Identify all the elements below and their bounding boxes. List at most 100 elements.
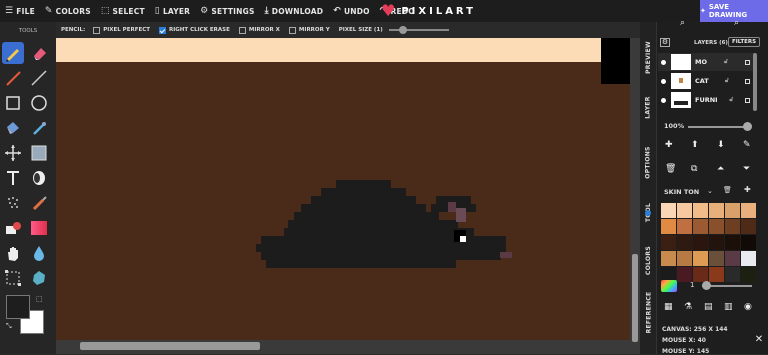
- chevron-down-icon[interactable]: ⌄: [707, 187, 713, 195]
- opacity-slider[interactable]: [688, 126, 748, 128]
- pixel-perfect-checkbox[interactable]: [93, 26, 101, 34]
- palette-swatch[interactable]: [677, 251, 692, 266]
- layer-item-mo[interactable]: MO 🔓︎: [658, 53, 754, 71]
- menu-settings[interactable]: ⚙ SETTINGS: [195, 0, 259, 22]
- tab-preview[interactable]: PREVIEW: [640, 32, 657, 82]
- stamp-tool[interactable]: [2, 217, 24, 239]
- eyedropper-tool[interactable]: [28, 117, 50, 139]
- fill-tool[interactable]: [2, 117, 24, 139]
- target-icon[interactable]: ◉: [744, 302, 752, 312]
- palette-swatch[interactable]: [709, 267, 724, 282]
- layer-select-checkbox[interactable]: [745, 78, 750, 84]
- edit-layer-icon[interactable]: ✎: [743, 140, 751, 150]
- palette-swatch[interactable]: [709, 203, 724, 218]
- palette-swatch[interactable]: [661, 251, 676, 266]
- eraser-tool[interactable]: [28, 42, 50, 64]
- brush-size-slider-knob[interactable]: [702, 281, 711, 290]
- pixel-size-slider-knob[interactable]: [398, 26, 407, 34]
- tab-options[interactable]: OPTIONS: [640, 132, 657, 192]
- lock-icon[interactable]: 🔓︎: [725, 77, 729, 85]
- pencil-tool[interactable]: [2, 42, 24, 64]
- layer-visibility-dot[interactable]: [661, 78, 666, 84]
- menu-undo[interactable]: ↶ UNDO: [328, 0, 375, 22]
- dither-tool[interactable]: [28, 167, 50, 189]
- palette-swatch[interactable]: [741, 251, 756, 266]
- palette-swatch[interactable]: [677, 235, 692, 250]
- gradient-tool[interactable]: [28, 217, 50, 239]
- lock-icon[interactable]: 🔓︎: [724, 58, 728, 66]
- add-palette-icon[interactable]: ✚: [744, 185, 751, 194]
- palette-swatch[interactable]: [677, 203, 692, 218]
- circle-tool[interactable]: [28, 92, 50, 114]
- palette-swatch[interactable]: [661, 235, 676, 250]
- mirror-y-checkbox[interactable]: [288, 26, 296, 34]
- merge-down-icon[interactable]: ⏷: [743, 164, 750, 174]
- swap-colors-icon[interactable]: ⬚: [36, 295, 43, 303]
- menu-select[interactable]: ⬚ SELECT: [96, 0, 150, 22]
- color-picker-icon[interactable]: [661, 280, 677, 292]
- reset-colors-icon[interactable]: ⤡: [6, 322, 12, 331]
- line-tool-red[interactable]: [2, 67, 24, 89]
- pixel-size-slider[interactable]: [388, 26, 449, 34]
- duplicate-layer-icon[interactable]: ⧉: [691, 164, 697, 174]
- filters-button[interactable]: FILTERS: [728, 37, 761, 47]
- menu-colors[interactable]: ✎ COLORS: [40, 0, 96, 22]
- delete-palette-icon[interactable]: 🗑︎: [723, 186, 732, 194]
- move-tool[interactable]: [2, 142, 24, 164]
- pixel-perfect-option[interactable]: PIXEL PERFECT: [93, 26, 150, 34]
- layer-visibility-dot[interactable]: [661, 59, 666, 65]
- palette-swatch[interactable]: [693, 203, 708, 218]
- layer-visibility-dot[interactable]: [661, 97, 666, 103]
- palette-swatch[interactable]: [725, 251, 740, 266]
- layer-item-furni[interactable]: FURNI 🔓︎: [658, 91, 754, 109]
- zoom-icon[interactable]: ⌕: [680, 18, 685, 28]
- palette-swatch[interactable]: [661, 219, 676, 234]
- shape-tool[interactable]: [28, 267, 50, 289]
- spray-tool[interactable]: [2, 192, 24, 214]
- lock-icon[interactable]: 🔓︎: [729, 96, 733, 104]
- mirror-x-option[interactable]: MIRROR X: [238, 26, 280, 34]
- palette-swatch[interactable]: [677, 219, 692, 234]
- mirror-y-option[interactable]: MIRROR Y: [288, 26, 330, 34]
- palette-swatch[interactable]: [741, 203, 756, 218]
- opacity-slider-knob[interactable]: [743, 122, 752, 131]
- layer-select-checkbox[interactable]: [744, 97, 750, 103]
- palette-swatch[interactable]: [725, 219, 740, 234]
- menu-download[interactable]: ⤓ DOWNLOAD: [260, 0, 329, 22]
- select-tool[interactable]: [2, 267, 24, 289]
- shade-tool[interactable]: [28, 142, 50, 164]
- palette-swatch[interactable]: [693, 235, 708, 250]
- palette-swatch[interactable]: [693, 251, 708, 266]
- right-click-erase-option[interactable]: RIGHT CLICK ERASE: [159, 26, 230, 34]
- palette-swatch[interactable]: [725, 235, 740, 250]
- hand-tool[interactable]: [2, 242, 24, 264]
- palette-swatch[interactable]: [741, 235, 756, 250]
- delete-layer-icon[interactable]: 🗑︎: [665, 164, 676, 174]
- move-layer-up-icon[interactable]: ⬆: [691, 140, 699, 150]
- text-tool[interactable]: [2, 167, 24, 189]
- palette-swatch[interactable]: [741, 219, 756, 234]
- right-click-erase-checkbox[interactable]: [159, 26, 167, 34]
- import-palette-icon[interactable]: ▤: [704, 302, 713, 312]
- vertical-scrollbar[interactable]: [632, 254, 638, 342]
- flask-icon[interactable]: ⚗: [684, 302, 692, 312]
- palette-swatch[interactable]: [741, 267, 756, 282]
- mirror-x-checkbox[interactable]: [238, 26, 246, 34]
- add-layer-button[interactable]: ⚙: [660, 38, 670, 47]
- merge-up-icon[interactable]: ⏶: [717, 164, 724, 174]
- palette-swatch[interactable]: [709, 219, 724, 234]
- search-icon[interactable]: ⌕: [734, 18, 739, 28]
- tab-reference[interactable]: REFERENCE: [640, 280, 657, 344]
- palette-swatch[interactable]: [693, 219, 708, 234]
- palette-swatch[interactable]: [725, 203, 740, 218]
- palette-swatch[interactable]: [709, 235, 724, 250]
- menu-file[interactable]: ☰ FILE: [0, 0, 40, 22]
- menu-layer[interactable]: ▯ LAYER: [150, 0, 195, 22]
- move-layer-down-icon[interactable]: ⬇: [717, 140, 725, 150]
- palette-swatch[interactable]: [709, 251, 724, 266]
- tab-layer[interactable]: LAYER: [640, 82, 657, 132]
- pixilart-logo[interactable]: ♥ PIXILART: [381, 2, 476, 20]
- rectangle-tool[interactable]: [2, 92, 24, 114]
- layers-scrollbar[interactable]: [753, 53, 757, 111]
- palette-swatch[interactable]: [677, 267, 692, 282]
